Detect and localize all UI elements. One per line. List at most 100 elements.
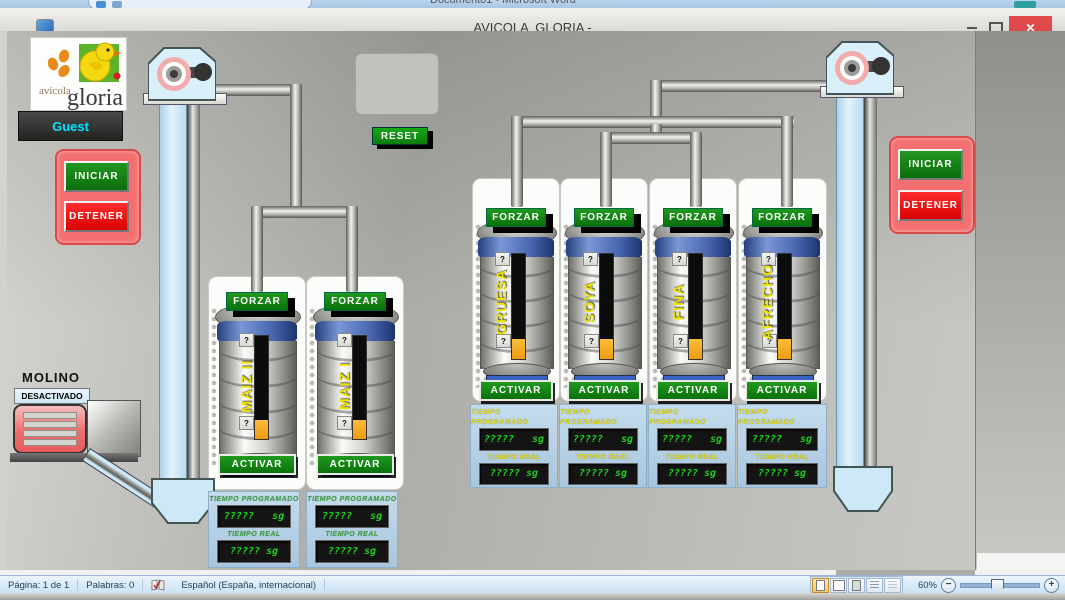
forzar-button-soya[interactable]: FORZAR — [574, 208, 634, 227]
word-window-sliver: Documento1 - Microsoft Word — [0, 0, 1065, 8]
timer-panel-soya: TIEMPO PROGRAMADO ????? sg TIEMPO REAL ?… — [559, 404, 647, 488]
activar-button-soya[interactable]: ACTIVAR — [567, 380, 641, 401]
silo-panel-soya: ? ? SOYA FORZAR ACTIVAR — [560, 178, 648, 402]
user-badge: Guest — [18, 111, 123, 141]
company-logo: avícola gloria — [30, 37, 127, 111]
reset-button[interactable]: RESET — [372, 127, 428, 145]
timer-panel-gruesa: TIEMPO PROGRAMADO ????? sg TIEMPO REAL ?… — [470, 404, 558, 488]
level-fill — [778, 339, 791, 359]
tiempo-real-label: TIEMPO REAL — [576, 453, 629, 463]
tiempo-real-label: TIEMPO REAL — [227, 530, 280, 540]
activar-button-maiz-i[interactable]: ACTIVAR — [316, 454, 394, 475]
screen: Documento1 - Microsoft Word AVICOLA GLOR… — [0, 0, 1065, 600]
tiempo-programado-display: ????? sg — [746, 428, 818, 451]
activar-button-afrecho[interactable]: ACTIVAR — [745, 380, 819, 401]
web-layout-view-button[interactable] — [848, 578, 865, 593]
forzar-button-maiz-ii[interactable]: FORZAR — [226, 292, 288, 311]
titlebar: AVICOLA GLORIA - ✕ — [0, 8, 1065, 32]
tiempo-real-label: TIEMPO REAL — [665, 453, 718, 463]
detener-button-right[interactable]: DETENER — [898, 190, 963, 221]
tiempo-real-display: ????? sg — [315, 540, 389, 563]
bucket-elevator-right — [836, 96, 864, 469]
level-bar — [254, 335, 269, 440]
tiempo-programado-display: ????? sg — [315, 505, 389, 528]
word-control-icon — [1014, 1, 1036, 8]
bucket-elevator-left — [159, 95, 187, 482]
silo-name: AFRECHO — [759, 257, 775, 347]
zoom-in-button[interactable]: + — [1044, 578, 1059, 593]
tiempo-programado-display: ????? sg — [479, 428, 550, 451]
elevator-boot-right — [832, 465, 894, 518]
elevator-pipe-left — [187, 98, 200, 478]
forzar-button-maiz-i[interactable]: FORZAR — [324, 292, 386, 311]
right-control-panel: INICIAR DETENER — [889, 136, 975, 234]
silo-name: MAIZ I — [336, 341, 352, 431]
molino-title: MOLINO — [22, 370, 80, 385]
fullscreen-reading-view-button[interactable] — [830, 578, 847, 593]
tiempo-programado-label: TIEMPO PROGRAMADO — [738, 408, 826, 428]
outline-view-button[interactable] — [866, 578, 883, 593]
silo-name: SOYA — [581, 257, 597, 347]
silo-name: MAIZ II — [238, 341, 254, 431]
mill-roller — [23, 439, 77, 446]
forzar-button-gruesa[interactable]: FORZAR — [486, 208, 546, 227]
level-bar — [688, 253, 703, 360]
word-count[interactable]: Palabras: 0 — [78, 576, 142, 594]
window-bottom-edge — [0, 593, 1065, 600]
activar-button-maiz-ii[interactable]: ACTIVAR — [218, 454, 296, 475]
tiempo-real-label: TIEMPO REAL — [325, 530, 378, 540]
spellcheck-icon[interactable] — [143, 576, 173, 594]
print-layout-view-button[interactable] — [812, 578, 829, 593]
pipe-segment — [658, 80, 834, 92]
zoom-out-button[interactable]: − — [941, 578, 956, 593]
tiempo-programado-label: TIEMPO PROGRAMADO — [209, 495, 298, 505]
level-fill — [353, 420, 366, 439]
mill-graphic — [13, 404, 87, 454]
view-switcher — [810, 576, 903, 595]
word-save-icon — [96, 1, 106, 8]
word-window-title: Documento1 - Microsoft Word — [430, 0, 650, 8]
elevator-pipe-right — [864, 96, 877, 467]
pipe-segment — [251, 206, 358, 218]
language-status[interactable]: Español (España, internacional) — [173, 576, 324, 594]
pipe-segment — [600, 132, 702, 144]
level-fill — [255, 420, 268, 439]
silo-panel-maiz-ii: ? ? MAIZ II FORZAR ACTIVAR — [208, 276, 306, 490]
mill-roller — [23, 412, 77, 419]
molino-status-badge: DESACTIVADO — [14, 388, 90, 404]
iniciar-button-right[interactable]: INICIAR — [898, 149, 963, 180]
silo-panel-maiz-i: ? ? MAIZ I FORZAR ACTIVAR — [306, 276, 404, 490]
mill-roller — [23, 421, 77, 428]
left-control-panel: INICIAR DETENER — [55, 149, 141, 245]
page-count[interactable]: Página: 1 de 1 — [0, 576, 77, 594]
detener-button-left[interactable]: DETENER — [64, 201, 129, 232]
forzar-button-afrecho[interactable]: FORZAR — [752, 208, 812, 227]
tiempo-programado-label: TIEMPO PROGRAMADO — [307, 495, 396, 505]
timer-panel-afrecho: TIEMPO PROGRAMADO ????? sg TIEMPO REAL ?… — [737, 404, 827, 488]
pipe-segment — [600, 132, 612, 207]
document-corner — [977, 553, 1065, 570]
tiempo-real-display: ????? sg — [479, 463, 550, 486]
silo-name: FINA — [670, 257, 686, 347]
word-undo-icon — [112, 1, 122, 8]
level-bar — [777, 253, 792, 360]
draft-view-button[interactable] — [884, 578, 901, 593]
tiempo-programado-label: TIEMPO PROGRAMADO — [560, 408, 646, 428]
zoom-level[interactable]: 60% — [907, 580, 937, 591]
blank-indicator-panel — [355, 53, 439, 115]
pipe-segment — [781, 116, 793, 207]
activar-button-gruesa[interactable]: ACTIVAR — [479, 380, 553, 401]
tiempo-real-label: TIEMPO REAL — [755, 453, 808, 463]
timer-panel-maiz-i: TIEMPO PROGRAMADO ????? sg TIEMPO REAL ?… — [306, 491, 398, 568]
pipe-segment — [690, 132, 702, 207]
iniciar-button-left[interactable]: INICIAR — [64, 161, 129, 192]
forzar-button-fina[interactable]: FORZAR — [663, 208, 723, 227]
tiempo-real-display: ????? sg — [746, 463, 818, 486]
mill-hopper — [87, 400, 141, 457]
window-right-margin — [975, 31, 1065, 570]
tiempo-programado-label: TIEMPO PROGRAMADO — [649, 408, 735, 428]
silo-name: GRUESA — [493, 257, 509, 347]
activar-button-fina[interactable]: ACTIVAR — [656, 380, 730, 401]
level-fill — [512, 339, 525, 359]
zoom-slider[interactable] — [960, 583, 1040, 588]
